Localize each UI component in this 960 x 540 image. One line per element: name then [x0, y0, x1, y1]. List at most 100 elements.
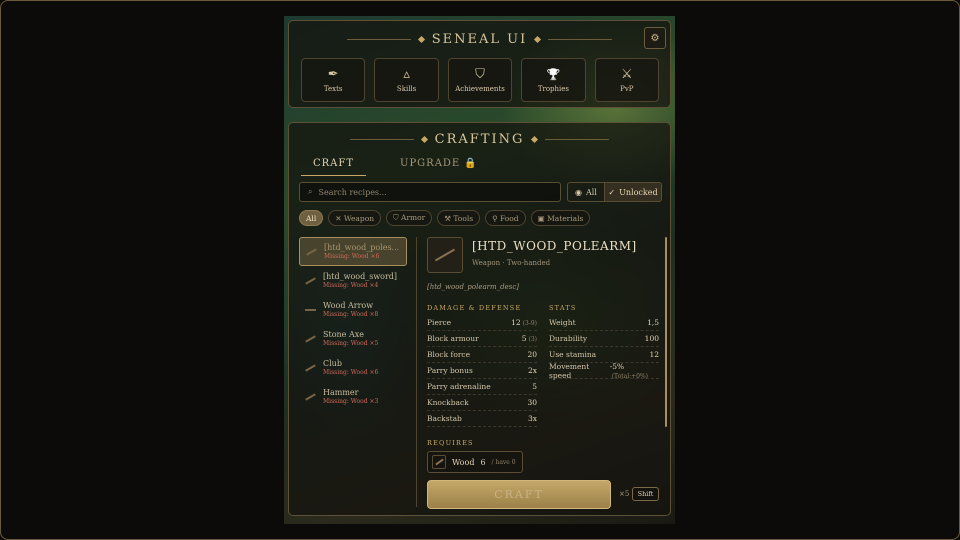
stat-value: 30 — [527, 398, 537, 407]
list-item[interactable]: Wood Arrow Missing: Wood ×8 — [299, 295, 407, 324]
chip-food[interactable]: ⚲ Food — [485, 210, 526, 226]
stat-label: Parry adrenaline — [427, 382, 491, 391]
chip-materials[interactable]: ▣ Materials — [530, 210, 591, 226]
crafting-tabs: CRAFT UPGRADE 🔒 — [301, 158, 490, 176]
list-item[interactable]: Stone Axe Missing: Wood ×5 — [299, 324, 407, 353]
tab-craft[interactable]: CRAFT — [301, 158, 367, 176]
chip-armor[interactable]: ⛉ Armor — [386, 210, 433, 226]
recipe-list: [htd_wood_poles... Missing: Wood ×6 [htd_… — [299, 237, 407, 411]
chip-weapon[interactable]: ✕ Weapon — [328, 210, 382, 226]
stat-label: Backstab — [427, 414, 462, 423]
recipe-missing: Missing: Wood ×8 — [323, 310, 379, 318]
menu-title-bar: SENEAL UI — [289, 32, 670, 47]
stat-row: Knockback 30 — [427, 395, 537, 411]
stat-row: Durability 100 — [549, 331, 659, 347]
stat-extra: (3-9) — [522, 320, 537, 327]
filter-unlocked-button[interactable]: ✓ Unlocked — [604, 183, 661, 201]
shield-icon: ⛉ — [475, 66, 485, 82]
crafting-title: CRAFTING — [434, 132, 525, 147]
nav-label: Texts — [323, 84, 343, 93]
nav-pvp[interactable]: ⚔ PvP — [594, 58, 660, 102]
stat-value: 3x — [527, 414, 537, 423]
stat-label: Block force — [427, 350, 471, 359]
requirement-amount: 6 — [480, 457, 486, 467]
menu-title: SENEAL UI — [431, 32, 528, 47]
club-icon — [305, 363, 316, 372]
craft-button[interactable]: CRAFT — [427, 480, 611, 509]
gear-icon: ⚙ — [650, 32, 660, 44]
search-placeholder: Search recipes... — [318, 187, 387, 197]
shift-key-hint: Shift — [632, 487, 659, 501]
filter-unlocked-label: Unlocked — [619, 187, 658, 197]
requires-section-title: REQUIRES — [427, 439, 474, 447]
crossed-swords-icon: ⚔ — [621, 66, 633, 82]
list-item[interactable]: Club Missing: Wood ×6 — [299, 353, 407, 382]
recipe-missing: Missing: Wood ×4 — [323, 281, 379, 289]
stat-value: 12 — [649, 350, 659, 359]
chip-all[interactable]: All — [299, 210, 324, 226]
nav-achievements[interactable]: ⛉ Achievements — [447, 58, 513, 102]
recipe-missing: Missing: Wood ×5 — [323, 339, 379, 347]
tab-upgrade[interactable]: UPGRADE 🔒 — [388, 158, 490, 176]
polearm-icon — [306, 247, 317, 256]
stat-label: Durability — [549, 334, 588, 343]
list-item[interactable]: [htd_wood_poles... Missing: Wood ×6 — [299, 237, 407, 266]
stat-extra: (Total:+0%) — [611, 372, 649, 380]
nav-label: PvP — [620, 84, 634, 93]
stat-row: Block armour 5 (3) — [427, 331, 537, 347]
crafting-panel: CRAFTING CRAFT UPGRADE 🔒 ⌕ Search recipe… — [288, 122, 671, 516]
item-subtitle: Weapon · Two-handed — [472, 259, 551, 267]
recipe-name: Hammer — [323, 387, 359, 397]
arrow-icon — [305, 308, 316, 311]
recipe-name: Stone Axe — [323, 329, 364, 339]
stat-value: 100 — [644, 334, 659, 343]
stat-label: Weight — [549, 318, 576, 327]
chip-tools[interactable]: ⚒ Tools — [437, 210, 481, 226]
list-item[interactable]: [htd_wood_sword] Missing: Wood ×4 — [299, 266, 407, 295]
damage-section-title: DAMAGE & DEFENSE — [427, 304, 522, 312]
recipe-name: [htd_wood_sword] — [323, 271, 398, 281]
hammer-icon — [305, 392, 316, 401]
list-item[interactable]: Hammer Missing: Wood ×3 — [299, 382, 407, 411]
stat-label: Knockback — [427, 398, 469, 407]
recipe-missing: Missing: Wood ×6 — [324, 252, 380, 260]
nav-trophies[interactable]: 🏆 Trophies — [521, 58, 586, 102]
requirement-name: Wood — [452, 457, 475, 467]
nav-label: Trophies — [537, 84, 570, 93]
stat-row: Pierce 12 (3-9) — [427, 315, 537, 331]
stat-value: 12 — [511, 318, 521, 327]
stat-value: -5% — [609, 361, 625, 371]
trophy-icon: 🏆 — [546, 67, 561, 81]
nav-skills[interactable]: ▵ Skills — [374, 58, 439, 102]
stat-label: Use stamina — [549, 350, 597, 359]
stat-row: Weight 1,5 — [549, 315, 659, 331]
stat-value: 5 — [521, 334, 527, 343]
search-input[interactable]: ⌕ Search recipes... — [299, 182, 561, 202]
axe-icon — [305, 334, 316, 343]
wood-icon — [432, 455, 446, 469]
check-icon: ✓ — [608, 187, 616, 197]
stat-extra: (3) — [528, 336, 538, 343]
ui-panel: SENEAL UI ⚙ ✒ Texts ▵ Skills ⛉ Achieveme… — [284, 16, 675, 524]
stat-value: 20 — [527, 350, 537, 359]
scrollbar[interactable] — [665, 237, 667, 427]
stat-row: Parry bonus 2x — [427, 363, 537, 379]
requirement-have: / have 0 — [491, 458, 516, 466]
stat-row: Block force 20 — [427, 347, 537, 363]
nav-row: ✒ Texts ▵ Skills ⛉ Achievements 🏆 Trophi… — [301, 58, 660, 102]
quill-icon: ✒ — [327, 66, 339, 82]
stat-label: Pierce — [427, 318, 452, 327]
filter-all-button[interactable]: ◉ All — [568, 183, 604, 201]
category-chips: All ✕ Weapon ⛉ Armor ⚒ Tools ⚲ Food ▣ Ma… — [299, 210, 591, 226]
stat-row: Movement speed -5%(Total:+0%) — [549, 361, 659, 380]
recipe-name: Wood Arrow — [323, 300, 374, 310]
nav-label: Skills — [396, 84, 417, 93]
nav-label: Achievements — [455, 84, 505, 93]
polearm-icon — [434, 248, 456, 262]
nav-texts[interactable]: ✒ Texts — [301, 58, 366, 102]
stats-section-title: STATS — [549, 304, 577, 312]
stat-row: Backstab 3x — [427, 411, 537, 427]
requirement-wood: Wood 6 / have 0 — [427, 451, 523, 473]
search-icon: ⌕ — [308, 187, 313, 196]
settings-button[interactable]: ⚙ — [644, 27, 666, 49]
